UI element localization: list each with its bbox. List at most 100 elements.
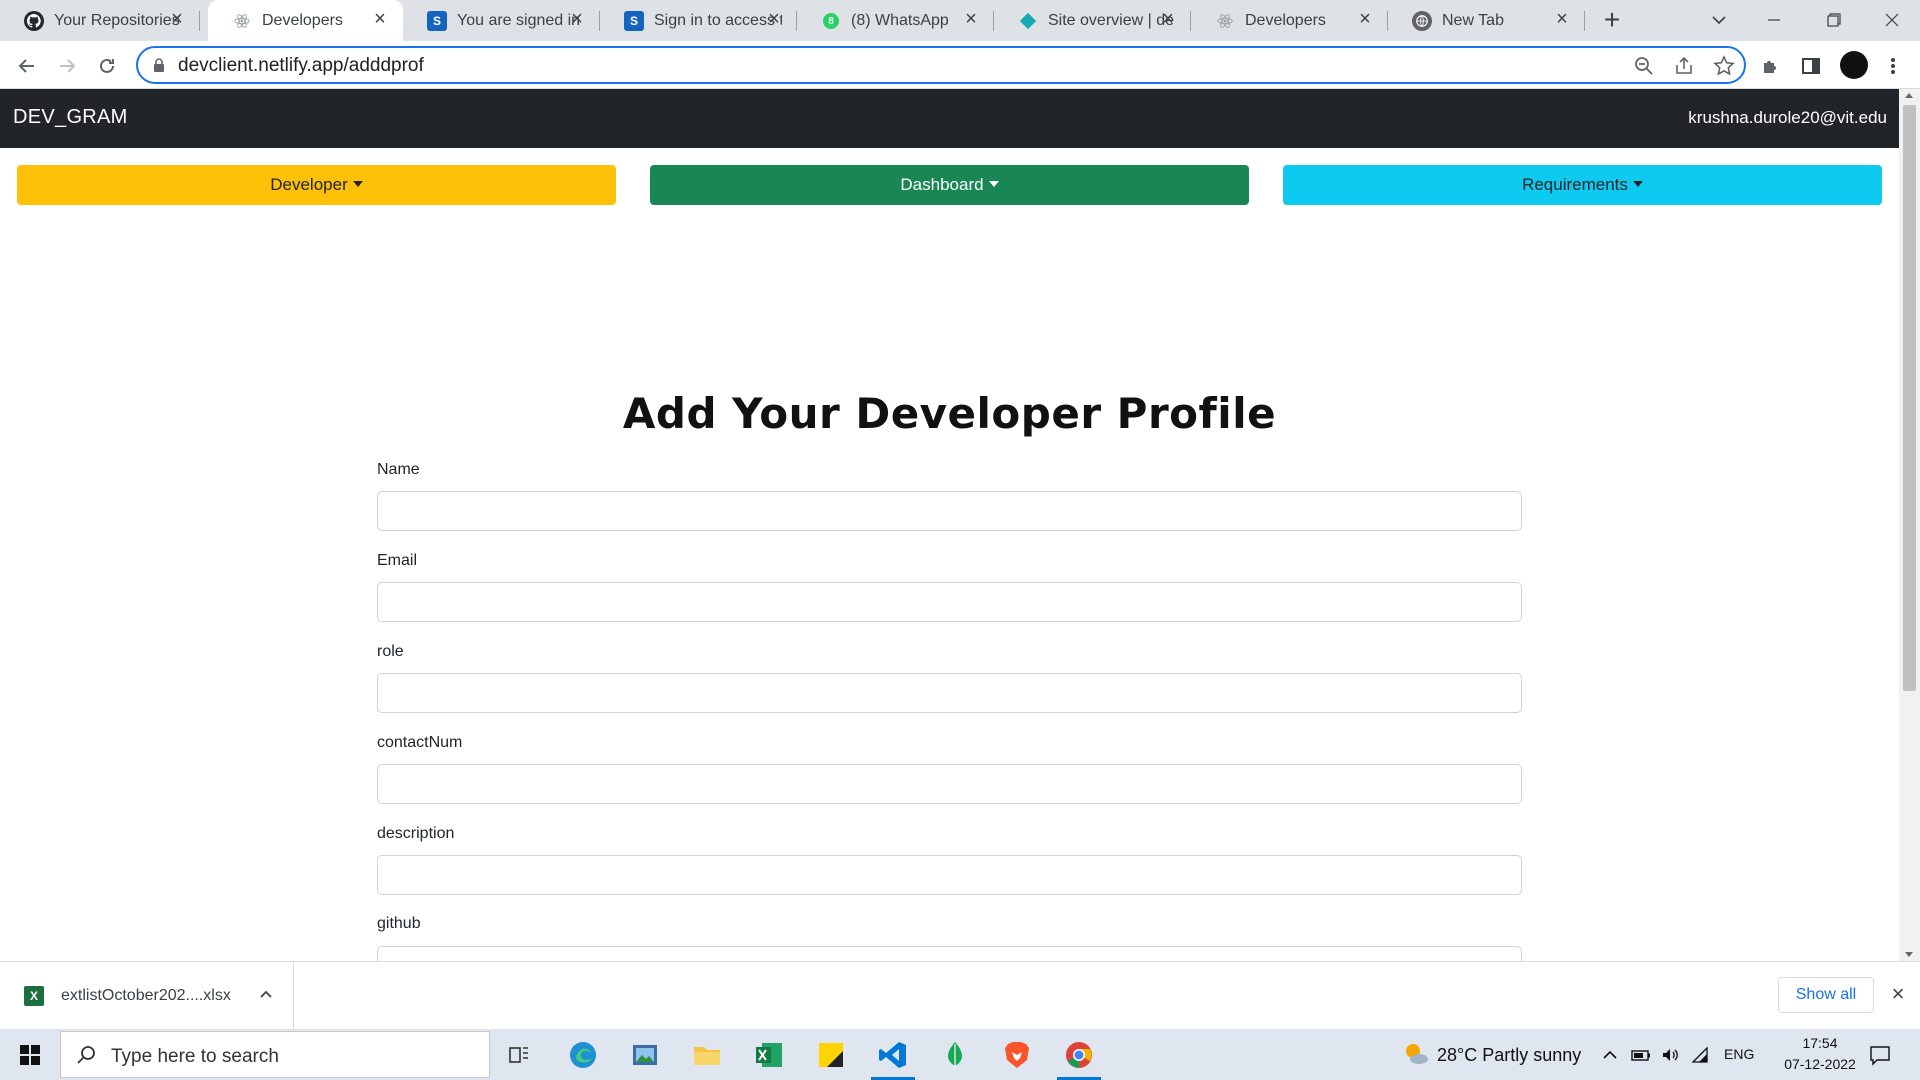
- role-input[interactable]: [377, 673, 1522, 713]
- caret-down-icon: [988, 181, 999, 187]
- clock-date[interactable]: 07-12-2022: [1770, 1056, 1870, 1072]
- page-scrollbar[interactable]: [1899, 89, 1920, 961]
- tab-whatsapp[interactable]: 8 (8) WhatsApp ×: [797, 0, 994, 41]
- close-icon[interactable]: ×: [1157, 8, 1179, 30]
- excel-file-icon: X: [24, 986, 44, 1006]
- chevron-up-icon[interactable]: [258, 986, 274, 1002]
- mongodb-compass-icon[interactable]: [925, 1029, 985, 1080]
- close-icon[interactable]: ×: [1888, 983, 1908, 1005]
- back-arrow-icon[interactable]: [12, 51, 42, 81]
- description-input[interactable]: [377, 855, 1522, 895]
- globe-icon: [1412, 11, 1432, 31]
- dashboard-dropdown-label: Dashboard: [900, 175, 984, 194]
- close-icon[interactable]: ×: [1551, 8, 1573, 30]
- minimize-icon[interactable]: [1744, 0, 1804, 40]
- close-icon[interactable]: ×: [369, 8, 391, 30]
- tab-sign-in-to-access[interactable]: S Sign in to access t ×: [600, 0, 797, 41]
- address-bar[interactable]: devclient.netlify.app/adddprof: [136, 46, 1746, 84]
- close-icon[interactable]: ×: [566, 8, 588, 30]
- menu-dots-icon[interactable]: [1880, 53, 1906, 79]
- dashboard-dropdown-button[interactable]: Dashboard: [650, 165, 1249, 205]
- brand-logo[interactable]: DEV_GRAM: [13, 106, 128, 129]
- new-tab-button[interactable]: +: [1597, 6, 1627, 35]
- side-panel-icon[interactable]: [1798, 53, 1824, 79]
- clock-time[interactable]: 17:54: [1770, 1035, 1870, 1051]
- tab-you-are-signed-in[interactable]: S You are signed in ×: [403, 0, 600, 41]
- requirements-dropdown-button[interactable]: Requirements: [1283, 165, 1882, 205]
- restore-icon[interactable]: [1804, 0, 1864, 40]
- name-input[interactable]: [377, 491, 1522, 531]
- task-view-icon[interactable]: [490, 1029, 550, 1080]
- contactnum-input[interactable]: [377, 764, 1522, 804]
- react-icon: [1215, 11, 1235, 31]
- sticky-notes-icon[interactable]: [801, 1029, 861, 1080]
- scrollbar-thumb[interactable]: [1903, 105, 1916, 691]
- tab-developers-active[interactable]: Developers ×: [208, 0, 403, 41]
- tab-developers[interactable]: Developers ×: [1191, 0, 1388, 41]
- browser-tab-strip: Your Repositories × Developers × S You a…: [0, 0, 1920, 41]
- reload-icon[interactable]: [92, 51, 122, 81]
- windows-taskbar: Type here to search 28°C Partly sunny EN…: [0, 1029, 1920, 1080]
- role-label: role: [377, 643, 404, 660]
- file-explorer-icon[interactable]: [677, 1029, 737, 1080]
- close-icon[interactable]: ×: [960, 8, 982, 30]
- github-input[interactable]: [377, 946, 1522, 961]
- show-all-button[interactable]: Show all: [1778, 977, 1874, 1013]
- whatsapp-icon: 8: [823, 13, 839, 29]
- caret-down-icon: [1632, 181, 1643, 187]
- scroll-down-icon[interactable]: [1905, 952, 1913, 957]
- tab-title: Developers: [1245, 12, 1326, 29]
- download-shelf: X extlistOctober202....xlsx Show all ×: [0, 961, 1920, 1029]
- tab-your-repositories[interactable]: Your Repositories ×: [0, 0, 200, 41]
- vscode-icon[interactable]: [863, 1029, 923, 1080]
- forward-arrow-icon[interactable]: [52, 51, 82, 81]
- chevron-up-icon[interactable]: [1600, 1045, 1620, 1065]
- react-icon: [232, 11, 252, 31]
- chrome-browser-icon[interactable]: [1049, 1029, 1109, 1080]
- close-icon[interactable]: ×: [1354, 8, 1376, 30]
- close-icon[interactable]: ×: [166, 8, 188, 30]
- download-item[interactable]: X extlistOctober202....xlsx: [0, 962, 294, 1029]
- bookmark-star-icon[interactable]: [1713, 55, 1735, 77]
- netlify-icon: [1018, 11, 1038, 31]
- input-language-indicator[interactable]: ENG: [1724, 1046, 1754, 1062]
- name-label: Name: [377, 461, 420, 478]
- s-logo-icon: S: [624, 11, 644, 31]
- developer-dropdown-button[interactable]: Developer: [17, 165, 616, 205]
- scroll-up-icon[interactable]: [1905, 93, 1913, 98]
- description-label: description: [377, 825, 455, 842]
- zoom-icon[interactable]: [1633, 55, 1655, 77]
- excel-app-icon[interactable]: [739, 1029, 799, 1080]
- notifications-icon[interactable]: [1868, 1043, 1892, 1067]
- taskbar-search-box[interactable]: Type here to search: [60, 1031, 490, 1078]
- lock-icon[interactable]: [152, 58, 166, 72]
- share-icon[interactable]: [1673, 55, 1695, 77]
- volume-icon[interactable]: [1660, 1045, 1680, 1065]
- tab-new-tab[interactable]: New Tab ×: [1388, 0, 1585, 41]
- close-icon[interactable]: ×: [763, 8, 785, 30]
- photos-app-icon[interactable]: [615, 1029, 675, 1080]
- wifi-icon[interactable]: [1690, 1045, 1710, 1065]
- form-title: Add Your Developer Profile: [622, 389, 1277, 438]
- tab-title: Site overview | de: [1048, 12, 1174, 29]
- email-label: Email: [377, 552, 418, 569]
- tab-site-overview[interactable]: Site overview | de ×: [994, 0, 1191, 41]
- profile-avatar[interactable]: [1840, 51, 1868, 79]
- tab-title: Developers: [262, 12, 343, 29]
- tab-title: Your Repositories: [54, 12, 180, 29]
- tab-title: You are signed in: [457, 12, 581, 29]
- edge-browser-icon[interactable]: [553, 1029, 613, 1080]
- window-close-icon[interactable]: [1862, 0, 1920, 40]
- download-file-name: extlistOctober202....xlsx: [61, 987, 231, 1004]
- extensions-puzzle-icon[interactable]: [1758, 53, 1784, 79]
- battery-icon[interactable]: [1630, 1045, 1650, 1065]
- requirements-dropdown-label: Requirements: [1522, 175, 1628, 194]
- page-viewport: DEV_GRAM krushna.durole20@vit.edu Develo…: [0, 89, 1920, 961]
- email-input[interactable]: [377, 582, 1522, 622]
- weather-text[interactable]: 28°C Partly sunny: [1437, 1045, 1581, 1066]
- chevron-down-icon[interactable]: [1704, 8, 1734, 32]
- windows-start-icon[interactable]: [0, 1029, 60, 1080]
- weather-partly-sunny-icon[interactable]: [1402, 1040, 1430, 1068]
- browser-toolbar: devclient.netlify.app/adddprof: [0, 41, 1920, 89]
- brave-browser-icon[interactable]: [987, 1029, 1047, 1080]
